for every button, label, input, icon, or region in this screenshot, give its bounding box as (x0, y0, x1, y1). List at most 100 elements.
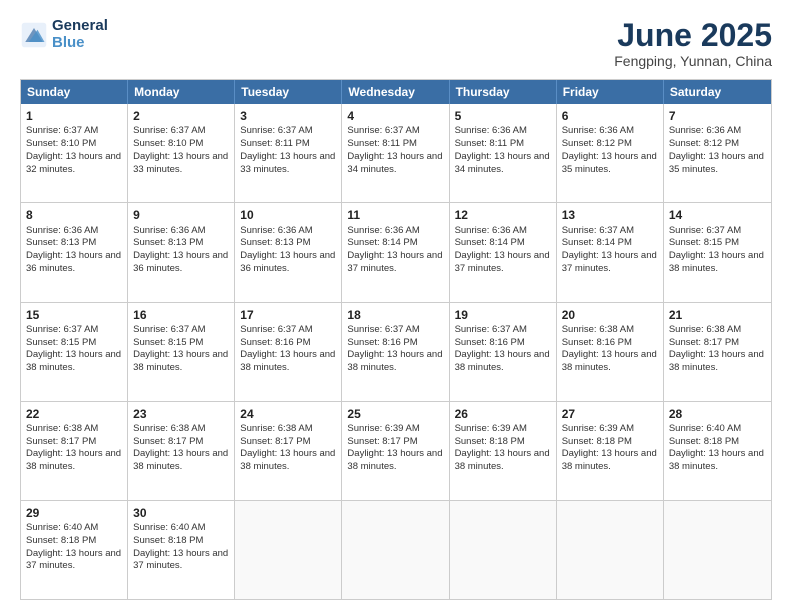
cell-info: Sunrise: 6:36 AMSunset: 8:13 PMDaylight:… (133, 225, 229, 276)
calendar-cell (450, 501, 557, 599)
calendar-cell: 8Sunrise: 6:36 AMSunset: 8:13 PMDaylight… (21, 203, 128, 301)
calendar-cell: 17Sunrise: 6:37 AMSunset: 8:16 PMDayligh… (235, 303, 342, 401)
cell-info: Sunrise: 6:39 AMSunset: 8:17 PMDaylight:… (347, 423, 443, 474)
day-number: 29 (26, 505, 122, 521)
day-number: 17 (240, 307, 336, 323)
logo: General Blue (20, 18, 108, 51)
day-number: 20 (562, 307, 658, 323)
day-number: 13 (562, 207, 658, 223)
calendar-cell: 5Sunrise: 6:36 AMSunset: 8:11 PMDaylight… (450, 104, 557, 202)
cell-info: Sunrise: 6:38 AMSunset: 8:17 PMDaylight:… (669, 324, 766, 375)
cell-info: Sunrise: 6:37 AMSunset: 8:15 PMDaylight:… (669, 225, 766, 276)
calendar-cell: 6Sunrise: 6:36 AMSunset: 8:12 PMDaylight… (557, 104, 664, 202)
calendar-row-1: 1Sunrise: 6:37 AMSunset: 8:10 PMDaylight… (21, 104, 771, 202)
calendar-cell (664, 501, 771, 599)
calendar-cell: 3Sunrise: 6:37 AMSunset: 8:11 PMDaylight… (235, 104, 342, 202)
calendar-cell: 26Sunrise: 6:39 AMSunset: 8:18 PMDayligh… (450, 402, 557, 500)
calendar-cell: 19Sunrise: 6:37 AMSunset: 8:16 PMDayligh… (450, 303, 557, 401)
calendar-cell: 4Sunrise: 6:37 AMSunset: 8:11 PMDaylight… (342, 104, 449, 202)
calendar-cell: 30Sunrise: 6:40 AMSunset: 8:18 PMDayligh… (128, 501, 235, 599)
cell-info: Sunrise: 6:39 AMSunset: 8:18 PMDaylight:… (455, 423, 551, 474)
cell-info: Sunrise: 6:36 AMSunset: 8:11 PMDaylight:… (455, 125, 551, 176)
day-number: 4 (347, 108, 443, 124)
cell-info: Sunrise: 6:38 AMSunset: 8:16 PMDaylight:… (562, 324, 658, 375)
cell-info: Sunrise: 6:40 AMSunset: 8:18 PMDaylight:… (133, 522, 229, 573)
cell-info: Sunrise: 6:37 AMSunset: 8:14 PMDaylight:… (562, 225, 658, 276)
calendar-cell: 9 Sunrise: 6:36 AMSunset: 8:13 PMDaylight… (128, 203, 235, 301)
cell-info: Sunrise: 6:40 AMSunset: 8:18 PMDaylight:… (669, 423, 766, 474)
day-number: 15 (26, 307, 122, 323)
calendar-cell: 15Sunrise: 6:37 AMSunset: 8:15 PMDayligh… (21, 303, 128, 401)
header-thursday: Thursday (450, 80, 557, 104)
calendar-cell: 27Sunrise: 6:39 AMSunset: 8:18 PMDayligh… (557, 402, 664, 500)
calendar-cell: 29Sunrise: 6:40 AMSunset: 8:18 PMDayligh… (21, 501, 128, 599)
cell-info: Sunrise: 6:37 AMSunset: 8:16 PMDaylight:… (347, 324, 443, 375)
calendar-cell: 22Sunrise: 6:38 AMSunset: 8:17 PMDayligh… (21, 402, 128, 500)
day-number: 27 (562, 406, 658, 422)
day-number: 1 (26, 108, 122, 124)
cell-info: Sunrise: 6:36 AMSunset: 8:13 PMDaylight:… (240, 225, 336, 276)
logo-text: General Blue (52, 18, 108, 51)
calendar-cell: 20Sunrise: 6:38 AMSunset: 8:16 PMDayligh… (557, 303, 664, 401)
calendar-cell: 7Sunrise: 6:36 AMSunset: 8:12 PMDaylight… (664, 104, 771, 202)
cell-info: Sunrise: 6:38 AMSunset: 8:17 PMDaylight:… (26, 423, 122, 474)
header: General Blue June 2025 Fengping, Yunnan,… (20, 18, 772, 69)
cell-info: Sunrise: 6:37 AMSunset: 8:10 PMDaylight:… (133, 125, 229, 176)
cell-info: Sunrise: 6:37 AMSunset: 8:15 PMDaylight:… (26, 324, 122, 375)
day-number: 9 (133, 207, 229, 223)
calendar-cell: 13 Sunrise: 6:37 AMSunset: 8:14 PMDayligh… (557, 203, 664, 301)
cell-info: Sunrise: 6:36 AMSunset: 8:14 PMDaylight:… (347, 225, 443, 276)
cell-info: Sunrise: 6:37 AMSunset: 8:11 PMDaylight:… (347, 125, 443, 176)
calendar-cell (557, 501, 664, 599)
calendar-cell: 21Sunrise: 6:38 AMSunset: 8:17 PMDayligh… (664, 303, 771, 401)
calendar-cell: 14 Sunrise: 6:37 AMSunset: 8:15 PMDayligh… (664, 203, 771, 301)
day-number: 3 (240, 108, 336, 124)
header-saturday: Saturday (664, 80, 771, 104)
header-wednesday: Wednesday (342, 80, 449, 104)
calendar-body: 1Sunrise: 6:37 AMSunset: 8:10 PMDaylight… (21, 104, 771, 599)
title-block: June 2025 Fengping, Yunnan, China (614, 18, 772, 69)
header-tuesday: Tuesday (235, 80, 342, 104)
calendar-cell: 11 Sunrise: 6:36 AMSunset: 8:14 PMDayligh… (342, 203, 449, 301)
header-monday: Monday (128, 80, 235, 104)
cell-info: Sunrise: 6:37 AMSunset: 8:11 PMDaylight:… (240, 125, 336, 176)
calendar-cell: 1Sunrise: 6:37 AMSunset: 8:10 PMDaylight… (21, 104, 128, 202)
day-number: 18 (347, 307, 443, 323)
day-number: 11 (347, 207, 443, 223)
cell-info: Sunrise: 6:37 AMSunset: 8:16 PMDaylight:… (240, 324, 336, 375)
month-title: June 2025 (614, 18, 772, 53)
day-number: 30 (133, 505, 229, 521)
day-number: 25 (347, 406, 443, 422)
cell-info: Sunrise: 6:36 AMSunset: 8:12 PMDaylight:… (562, 125, 658, 176)
logo-icon (20, 21, 48, 49)
calendar-row-4: 22Sunrise: 6:38 AMSunset: 8:17 PMDayligh… (21, 401, 771, 500)
cell-info: Sunrise: 6:37 AMSunset: 8:10 PMDaylight:… (26, 125, 122, 176)
cell-info: Sunrise: 6:36 AMSunset: 8:14 PMDaylight:… (455, 225, 551, 276)
day-number: 12 (455, 207, 551, 223)
day-number: 26 (455, 406, 551, 422)
day-number: 21 (669, 307, 766, 323)
day-number: 14 (669, 207, 766, 223)
cell-info: Sunrise: 6:40 AMSunset: 8:18 PMDaylight:… (26, 522, 122, 573)
calendar-cell (342, 501, 449, 599)
cell-info: Sunrise: 6:37 AMSunset: 8:16 PMDaylight:… (455, 324, 551, 375)
calendar-row-5: 29Sunrise: 6:40 AMSunset: 8:18 PMDayligh… (21, 500, 771, 599)
page: General Blue June 2025 Fengping, Yunnan,… (0, 0, 792, 612)
header-sunday: Sunday (21, 80, 128, 104)
calendar-cell: 18Sunrise: 6:37 AMSunset: 8:16 PMDayligh… (342, 303, 449, 401)
calendar-cell: 12 Sunrise: 6:36 AMSunset: 8:14 PMDayligh… (450, 203, 557, 301)
calendar-cell: 24Sunrise: 6:38 AMSunset: 8:17 PMDayligh… (235, 402, 342, 500)
day-number: 23 (133, 406, 229, 422)
calendar-cell: 28Sunrise: 6:40 AMSunset: 8:18 PMDayligh… (664, 402, 771, 500)
day-number: 28 (669, 406, 766, 422)
day-number: 24 (240, 406, 336, 422)
calendar-cell (235, 501, 342, 599)
calendar: Sunday Monday Tuesday Wednesday Thursday… (20, 79, 772, 600)
calendar-row-2: 8Sunrise: 6:36 AMSunset: 8:13 PMDaylight… (21, 202, 771, 301)
cell-info: Sunrise: 6:38 AMSunset: 8:17 PMDaylight:… (240, 423, 336, 474)
cell-info: Sunrise: 6:36 AMSunset: 8:13 PMDaylight:… (26, 225, 122, 276)
calendar-cell: 10Sunrise: 6:36 AMSunset: 8:13 PMDayligh… (235, 203, 342, 301)
calendar-row-3: 15Sunrise: 6:37 AMSunset: 8:15 PMDayligh… (21, 302, 771, 401)
day-number: 22 (26, 406, 122, 422)
cell-info: Sunrise: 6:39 AMSunset: 8:18 PMDaylight:… (562, 423, 658, 474)
